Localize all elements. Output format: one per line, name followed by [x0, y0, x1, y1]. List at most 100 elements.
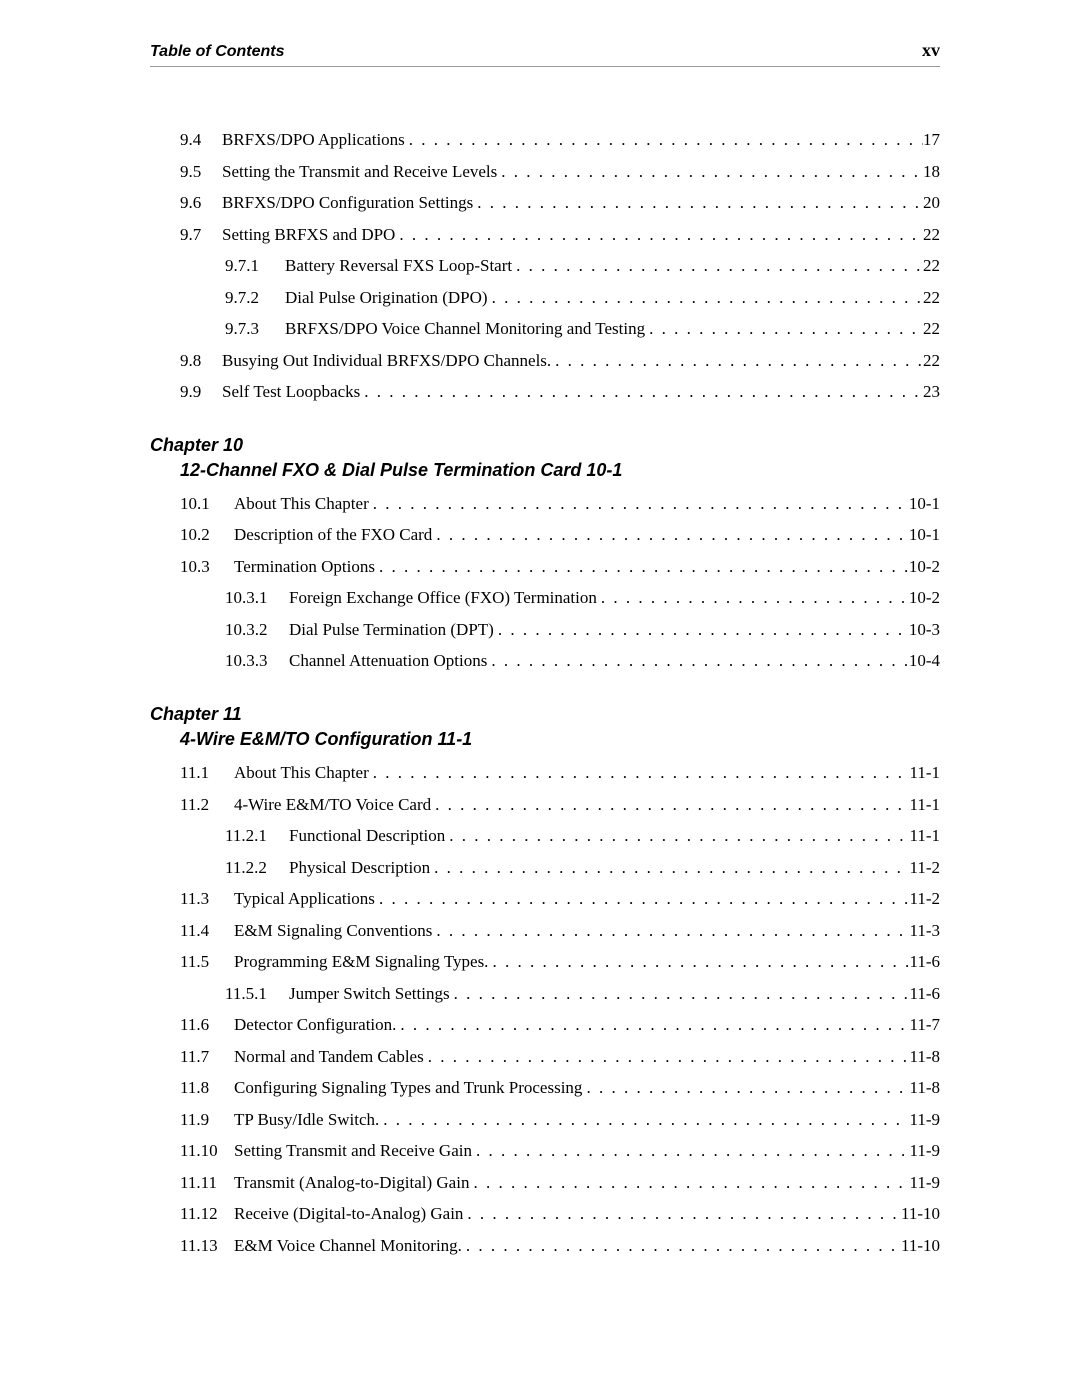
toc-entry-number: 11.12: [180, 1201, 234, 1227]
toc-entry-text: Physical Description: [289, 855, 430, 881]
toc-entry: 9.5Setting the Transmit and Receive Leve…: [150, 159, 940, 185]
toc-dots: . . . . . . . . . . . . . . . . . . . . …: [424, 1044, 910, 1070]
toc-entry-text: Setting BRFXS and DPO: [222, 222, 395, 248]
toc-entry-number: 9.6: [180, 190, 222, 216]
toc-entry: 10.3.1Foreign Exchange Office (FXO) Term…: [150, 585, 940, 611]
toc-dots: . . . . . . . . . . . . . . . . . . . . …: [645, 316, 923, 342]
toc-dots: . . . . . . . . . . . . . . . . . . . . …: [432, 918, 909, 944]
toc-entry-number: 10.1: [180, 491, 234, 517]
chapter-title: 4-Wire E&M/TO Configuration 11-1: [150, 727, 940, 752]
toc-dots: . . . . . . . . . . . . . . . . . . . . …: [369, 491, 909, 517]
toc-dots: . . . . . . . . . . . . . . . . . . . . …: [497, 159, 923, 185]
toc-entry: 9.8Busying Out Individual BRFXS/DPO Chan…: [150, 348, 940, 374]
toc-entry: 9.7.2Dial Pulse Origination (DPO) . . . …: [150, 285, 940, 311]
toc-entry-text: Detector Configuration.: [234, 1012, 396, 1038]
toc-entry-number: 11.6: [180, 1012, 234, 1038]
toc-dots: . . . . . . . . . . . . . . . . . . . . …: [369, 760, 910, 786]
header-title: Table of Contents: [150, 43, 285, 61]
toc-entry-page: 11-8: [909, 1075, 940, 1101]
toc-entry-number: 10.3.3: [225, 648, 289, 674]
toc-entry-text: Dial Pulse Termination (DPT): [289, 617, 494, 643]
toc-entry-number: 11.3: [180, 886, 234, 912]
toc-entry: 10.3Termination Options . . . . . . . . …: [150, 554, 940, 580]
toc-entry: 11.7Normal and Tandem Cables . . . . . .…: [150, 1044, 940, 1070]
toc-entry-text: Description of the FXO Card: [234, 522, 432, 548]
toc-entry-text: Typical Applications: [234, 886, 375, 912]
toc-entry: 10.2Description of the FXO Card . . . . …: [150, 522, 940, 548]
toc-entry-text: Busying Out Individual BRFXS/DPO Channel…: [222, 348, 551, 374]
toc-entry-page: 20: [923, 190, 940, 216]
chapter-number: Chapter 11: [150, 702, 940, 727]
toc-entry-page: 11-9: [909, 1138, 940, 1164]
toc-entry: 11.12Receive (Digital-to-Analog) Gain . …: [150, 1201, 940, 1227]
toc-entry-page: 11-2: [909, 855, 940, 881]
page-number: xv: [922, 40, 940, 61]
toc-dots: . . . . . . . . . . . . . . . . . . . . …: [472, 1138, 909, 1164]
toc-dots: . . . . . . . . . . . . . . . . . . . . …: [450, 981, 910, 1007]
toc-entry-page: 10-2: [909, 554, 940, 580]
toc-entry-number: 11.2.2: [225, 855, 289, 881]
toc-entry-text: E&M Voice Channel Monitoring.: [234, 1233, 462, 1259]
toc-entry-text: Setting the Transmit and Receive Levels: [222, 159, 497, 185]
toc-entry-number: 11.2: [180, 792, 234, 818]
toc-entry-page: 17: [923, 127, 940, 153]
toc-entry: 11.10Setting Transmit and Receive Gain .…: [150, 1138, 940, 1164]
toc-entry-text: BRFXS/DPO Configuration Settings: [222, 190, 473, 216]
toc-entry: 11.2.2Physical Description . . . . . . .…: [150, 855, 940, 881]
toc-entry: 9.7.3BRFXS/DPO Voice Channel Monitoring …: [150, 316, 940, 342]
toc-dots: . . . . . . . . . . . . . . . . . . . . …: [597, 585, 909, 611]
toc-dots: . . . . . . . . . . . . . . . . . . . . …: [462, 1233, 901, 1259]
toc-dots: . . . . . . . . . . . . . . . . . . . . …: [512, 253, 923, 279]
toc-dots: . . . . . . . . . . . . . . . . . . . . …: [360, 379, 923, 405]
toc-entry-text: Transmit (Analog-to-Digital) Gain: [234, 1170, 469, 1196]
toc-entry-page: 11-1: [909, 760, 940, 786]
toc-entry-number: 9.5: [180, 159, 222, 185]
toc-entry-number: 11.11: [180, 1170, 234, 1196]
toc-entry-page: 22: [923, 348, 940, 374]
toc-entry-number: 11.9: [180, 1107, 234, 1133]
toc-entry-text: E&M Signaling Conventions: [234, 918, 432, 944]
toc-dots: . . . . . . . . . . . . . . . . . . . . …: [375, 886, 910, 912]
toc-dots: . . . . . . . . . . . . . . . . . . . . …: [379, 1107, 909, 1133]
toc-entry: 11.24-Wire E&M/TO Voice Card . . . . . .…: [150, 792, 940, 818]
toc-dots: . . . . . . . . . . . . . . . . . . . . …: [432, 522, 909, 548]
toc-entry: 11.2.1Functional Description . . . . . .…: [150, 823, 940, 849]
toc-entry-page: 10-1: [909, 522, 940, 548]
toc-entry-text: Jumper Switch Settings: [289, 981, 450, 1007]
toc-entry: 10.1About This Chapter . . . . . . . . .…: [150, 491, 940, 517]
toc-entry-text: Self Test Loopbacks: [222, 379, 360, 405]
toc-entry-text: BRFXS/DPO Voice Channel Monitoring and T…: [285, 316, 645, 342]
toc-entry-text: Receive (Digital-to-Analog) Gain: [234, 1201, 463, 1227]
toc-entry-text: 4-Wire E&M/TO Voice Card: [234, 792, 431, 818]
chapter-heading: Chapter 1012-Channel FXO & Dial Pulse Te…: [150, 433, 940, 483]
toc-entry-page: 10-3: [909, 617, 940, 643]
toc-entry-page: 11-1: [909, 792, 940, 818]
toc-entry: 11.4E&M Signaling Conventions . . . . . …: [150, 918, 940, 944]
toc-entry-page: 10-1: [909, 491, 940, 517]
toc-entry-number: 9.7.3: [225, 316, 285, 342]
toc-entry-text: BRFXS/DPO Applications: [222, 127, 405, 153]
toc-entry-text: Normal and Tandem Cables: [234, 1044, 424, 1070]
toc-entry-text: Battery Reversal FXS Loop-Start: [285, 253, 512, 279]
toc-entry: 11.3Typical Applications . . . . . . . .…: [150, 886, 940, 912]
toc-entry-number: 10.3.2: [225, 617, 289, 643]
toc-entry-page: 22: [923, 222, 940, 248]
toc-entry: 9.9Self Test Loopbacks . . . . . . . . .…: [150, 379, 940, 405]
toc-entry-number: 11.5: [180, 949, 234, 975]
toc-dots: . . . . . . . . . . . . . . . . . . . . …: [431, 792, 909, 818]
toc-entry-text: Termination Options: [234, 554, 375, 580]
toc-entry: 11.5Programming E&M Signaling Types. . .…: [150, 949, 940, 975]
toc-entry-number: 11.4: [180, 918, 234, 944]
chapter-heading: Chapter 114-Wire E&M/TO Configuration 11…: [150, 702, 940, 752]
toc-dots: . . . . . . . . . . . . . . . . . . . . …: [487, 648, 909, 674]
toc-entry-text: Channel Attenuation Options: [289, 648, 487, 674]
toc-entry-text: About This Chapter: [234, 491, 369, 517]
toc-entry-number: 9.7.2: [225, 285, 285, 311]
toc-entry-number: 9.4: [180, 127, 222, 153]
toc-entry-text: Foreign Exchange Office (FXO) Terminatio…: [289, 585, 597, 611]
toc-entry-number: 9.7.1: [225, 253, 285, 279]
toc-dots: . . . . . . . . . . . . . . . . . . . . …: [430, 855, 909, 881]
toc-entry: 9.6BRFXS/DPO Configuration Settings . . …: [150, 190, 940, 216]
toc-entry-page: 11-3: [909, 918, 940, 944]
toc-entry-number: 10.3.1: [225, 585, 289, 611]
